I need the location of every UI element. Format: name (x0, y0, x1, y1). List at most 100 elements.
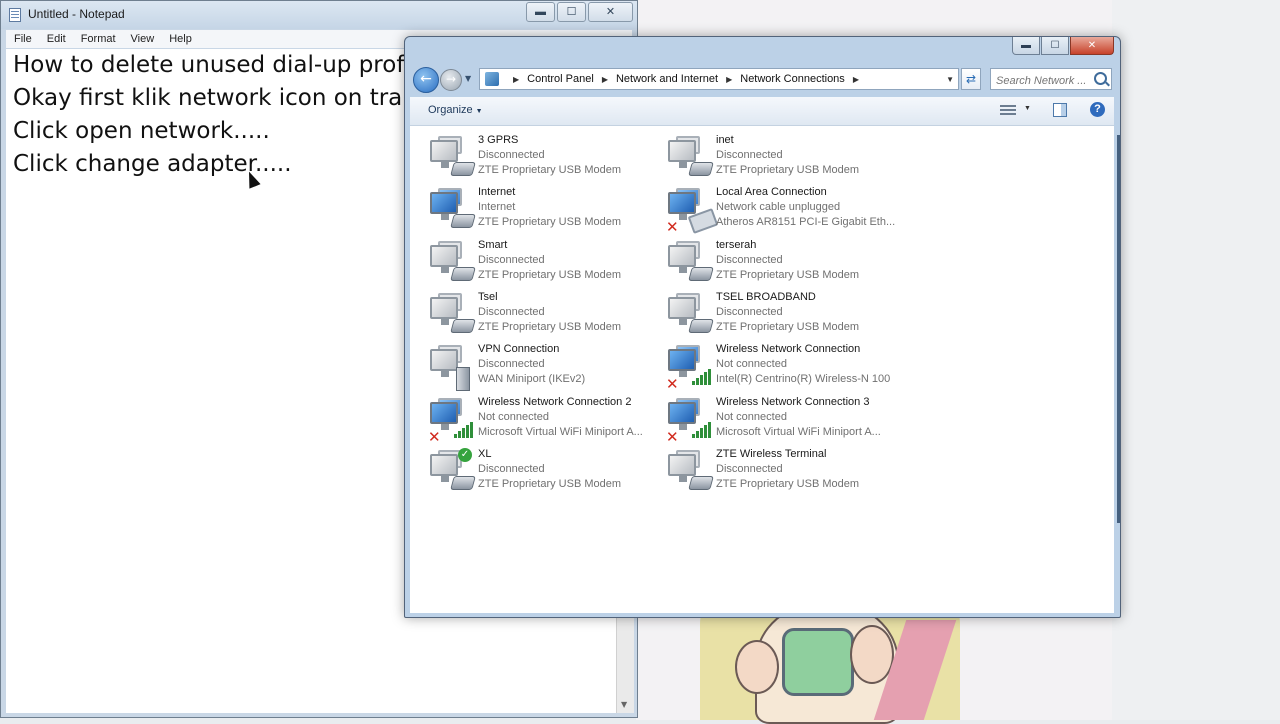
dialup-connection-icon (666, 291, 714, 341)
connection-item[interactable]: 3 GPRS Disconnected ZTE Proprietary USB Mo… (428, 134, 658, 186)
maximize-button[interactable]: ☐ (1041, 37, 1069, 55)
dialup-connection-icon (666, 134, 714, 184)
connection-name: inet (716, 134, 734, 146)
notepad-titlebar[interactable]: Untitled - Notepad ▬ ☐ ✕ (1, 1, 637, 29)
breadcrumb-separator-icon[interactable]: ▶ (602, 75, 608, 84)
connection-item[interactable]: terserah Disconnected ZTE Proprietary USB … (666, 239, 896, 291)
connection-name: terserah (716, 238, 757, 251)
connection-status: Not connected (478, 410, 549, 423)
search-input[interactable] (996, 72, 1096, 90)
dialup-connection-icon (428, 291, 476, 341)
notepad-title: Untitled - Notepad (28, 7, 125, 21)
menu-help[interactable]: Help (169, 33, 192, 45)
vpn-connection-icon (428, 343, 474, 393)
help-icon[interactable]: ? (1090, 102, 1105, 117)
scroll-down-arrow-icon[interactable]: ▼ (621, 700, 627, 709)
notepad-app-icon (9, 8, 21, 22)
connection-name: VPN Connection (478, 343, 560, 356)
connection-item[interactable]: ✕ Wireless Network Connection 2 Not connec… (428, 396, 658, 448)
connection-item[interactable]: ZTE Wireless Terminal Disconnected ZTE Pro… (666, 448, 896, 500)
breadcrumb-control-panel[interactable]: Control Panel (527, 73, 594, 85)
dialup-connection-icon (666, 239, 714, 289)
minimize-button[interactable]: ▬ (1012, 37, 1040, 55)
close-button[interactable]: ✕ (588, 2, 633, 22)
menu-edit[interactable]: Edit (47, 33, 66, 45)
connection-device: ZTE Proprietary USB Modem (478, 216, 622, 229)
connection-name: Wireless Network Connection 2 (478, 395, 632, 408)
connection-item[interactable]: ✓ XL Disconnected ZTE Proprietary USB Modem (428, 447, 658, 500)
connections-list: 3 GPRS Disconnected ZTE Proprietary USB Mo… (410, 126, 1114, 613)
connection-status: Disconnected (716, 149, 783, 161)
connection-status: Disconnected (716, 253, 783, 266)
minimize-button[interactable]: ▬ (526, 2, 555, 22)
connection-name: Local Area Connection (716, 186, 827, 199)
menu-format[interactable]: Format (81, 33, 116, 45)
control-panel-icon (485, 72, 499, 86)
wireless-connection-icon: ✕ (666, 343, 712, 393)
error-x-icon: ✕ (428, 427, 441, 446)
connection-device: Intel(R) Centrino(R) Wireless-N 100 (716, 373, 891, 386)
error-x-icon: ✕ (666, 375, 679, 394)
preview-pane-icon[interactable] (1053, 103, 1067, 117)
connection-name: XL (478, 447, 492, 460)
wallpaper-figure-hand (735, 640, 779, 694)
connection-item[interactable]: inet Disconnected ZTE Proprietary USB Mode… (666, 134, 896, 186)
organize-button[interactable]: Organize ▼ (428, 104, 483, 116)
network-connections-window: ▬ ☐ ✕ ← → ▼ ▶ Control Panel ▶ Network an… (404, 36, 1121, 618)
back-arrow-icon[interactable]: ← (413, 67, 439, 93)
connection-status: Disconnected (716, 462, 783, 475)
dialup-connection-icon (428, 239, 476, 289)
connection-item[interactable]: Internet Internet ZTE Proprietary USB Mode… (428, 186, 658, 238)
connection-item[interactable]: TSEL BROADBAND Disconnected ZTE Proprietar… (666, 291, 896, 343)
connection-device: ZTE Proprietary USB Modem (716, 268, 860, 281)
dialup-connection-icon: ✓ (428, 447, 476, 498)
default-check-icon: ✓ (458, 447, 472, 462)
connection-device: ZTE Proprietary USB Modem (716, 477, 860, 490)
connection-device: ZTE Proprietary USB Modem (478, 320, 622, 333)
view-options-caret-icon[interactable]: ▼ (1024, 105, 1031, 112)
connection-name: Wireless Network Connection (716, 343, 861, 356)
breadcrumb-separator-icon[interactable]: ▶ (726, 75, 732, 84)
connection-status: Not connected (716, 358, 787, 371)
address-bar[interactable]: ▶ Control Panel ▶ Network and Internet ▶… (479, 68, 959, 90)
menu-file[interactable]: File (14, 33, 32, 45)
dialup-connection-icon (428, 134, 476, 184)
menu-view[interactable]: View (131, 33, 155, 45)
error-x-icon: ✕ (666, 218, 679, 237)
connection-status: Disconnected (478, 149, 545, 161)
connection-device: WAN Miniport (IKEv2) (478, 373, 586, 386)
connection-device: ZTE Proprietary USB Modem (478, 477, 622, 490)
explorer-scrollbar[interactable] (1117, 135, 1120, 523)
breadcrumb-network-connections[interactable]: Network Connections (740, 73, 845, 85)
breadcrumb-separator-icon[interactable]: ▶ (853, 75, 859, 84)
connection-status: Disconnected (478, 253, 545, 266)
recent-pages-dropdown-icon[interactable]: ▼ (465, 74, 471, 83)
connection-device: ZTE Proprietary USB Modem (478, 268, 622, 281)
close-button[interactable]: ✕ (1070, 37, 1114, 55)
connection-status: Disconnected (478, 305, 545, 318)
maximize-button[interactable]: ☐ (557, 2, 586, 22)
connection-status: Disconnected (478, 358, 545, 371)
connection-status: Not connected (716, 410, 787, 423)
desktop-background-strip (1112, 0, 1280, 720)
search-box[interactable] (990, 68, 1112, 90)
organize-label: Organize (428, 104, 473, 116)
connection-item[interactable]: ✕ Local Area Connection Network cable unpl… (666, 186, 896, 238)
connection-device: ZTE Proprietary USB Modem (716, 164, 860, 176)
connection-status: Disconnected (478, 462, 545, 475)
connection-item[interactable]: ✕ Wireless Network Connection Not connecte… (666, 343, 896, 395)
connection-item[interactable]: ✕ Wireless Network Connection 3 Not connec… (666, 396, 896, 448)
breadcrumb-separator-icon[interactable]: ▶ (513, 75, 519, 84)
change-view-icon[interactable] (1000, 103, 1016, 117)
address-history-dropdown-icon[interactable]: ▼ (946, 75, 954, 84)
connection-item[interactable]: Smart Disconnected ZTE Proprietary USB Mod… (428, 239, 658, 291)
forward-arrow-icon[interactable]: → (440, 69, 462, 91)
connection-name: TSEL BROADBAND (716, 290, 816, 303)
wallpaper-figure-cup (782, 628, 854, 696)
connection-item[interactable]: VPN Connection Disconnected WAN Miniport (… (428, 343, 658, 395)
connection-item[interactable]: Tsel Disconnected ZTE Proprietary USB Mode… (428, 291, 658, 343)
breadcrumb-network-and-internet[interactable]: Network and Internet (616, 73, 718, 85)
error-x-icon: ✕ (666, 427, 679, 446)
search-icon[interactable] (1094, 72, 1107, 85)
refresh-icon[interactable]: ⇄ (961, 68, 981, 90)
